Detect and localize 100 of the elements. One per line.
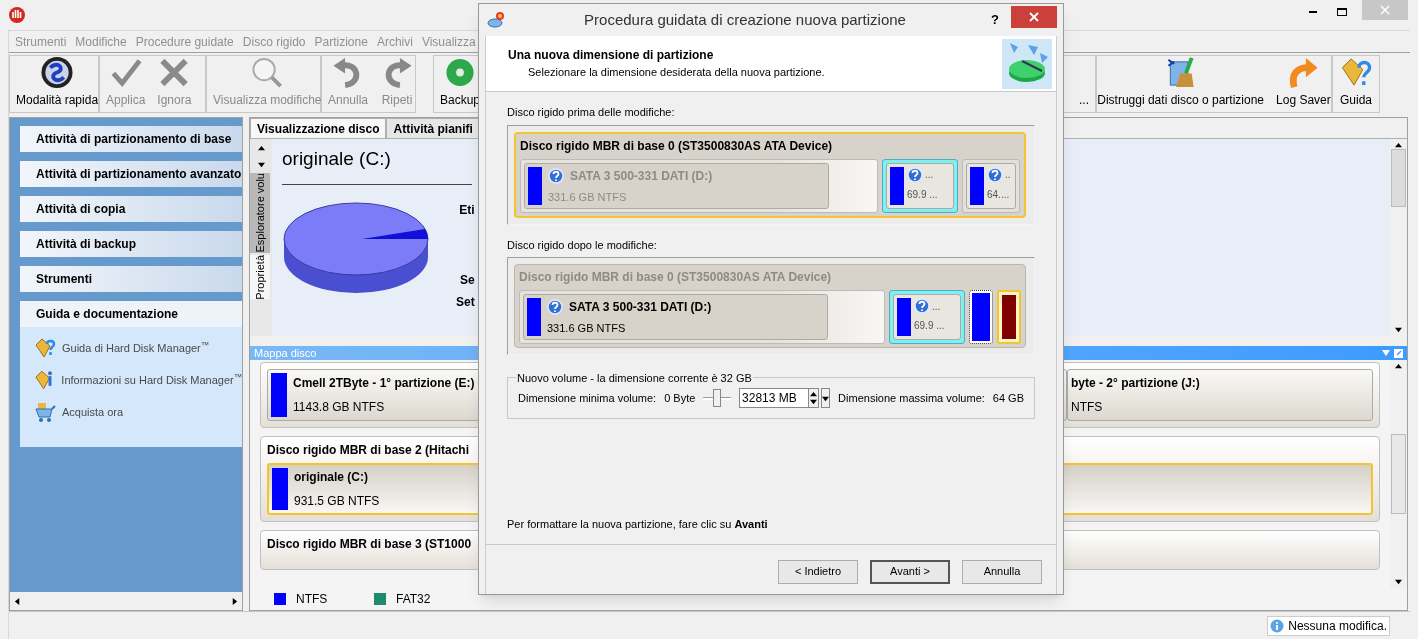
disk-title: Disco rigido MBR di base 2 (Hitachi bbox=[267, 442, 471, 459]
up-arrow-icon[interactable] bbox=[257, 144, 265, 152]
ntfs-color-bar bbox=[890, 166, 904, 205]
disk-title: Disco rigido MBR di base 0 (ST3500830AS ATA Device) bbox=[520, 137, 834, 155]
wizard-button[interactable]: Annulla bbox=[962, 559, 1042, 584]
disk-pieces-icon bbox=[1002, 38, 1052, 89]
size-field[interactable]: 32813 MB bbox=[739, 388, 810, 408]
restore-icon[interactable] bbox=[1394, 348, 1403, 358]
sidebar-link[interactable]: Guida di Hard Disk Manager$^{™}$ bbox=[62, 339, 210, 357]
sidebar-section[interactable]: Strumenti bbox=[20, 266, 242, 292]
legend-label: FAT32 bbox=[396, 591, 431, 608]
dialog-title: Procedura guidata di creazione nuova partizione bbox=[583, 9, 907, 30]
partition-size: NTFS bbox=[1071, 399, 1104, 416]
ntfs-color-bar bbox=[527, 298, 541, 336]
sidebar-section[interactable]: Attività di partizionamento di base bbox=[20, 126, 242, 152]
down-arrow-icon[interactable] bbox=[1395, 578, 1402, 585]
wizard-subheading: Selezionare la dimensione desiderata della nuova partizione. bbox=[527, 65, 825, 81]
question-icon bbox=[907, 166, 923, 183]
close-icon[interactable] bbox=[1029, 12, 1039, 22]
partition-block[interactable]: .. 64.... bbox=[962, 158, 1020, 213]
min-size-value: 0 Byte bbox=[664, 390, 696, 406]
partition-name: ... bbox=[925, 168, 934, 182]
partition-name: Cmell 2TByte - 1° partizione (E:) bbox=[293, 375, 475, 392]
partition-size: 331.6 GB NTFS bbox=[548, 189, 628, 205]
min-size-label: Dimensione minima volume: bbox=[518, 390, 657, 406]
sidebar-section[interactable]: Guida e documentazione bbox=[20, 301, 242, 327]
question-icon bbox=[987, 166, 1003, 183]
view-tab[interactable]: Visualizzazione disco bbox=[250, 118, 387, 138]
up-arrow-icon[interactable] bbox=[1395, 142, 1402, 149]
up-arrow-icon[interactable] bbox=[810, 391, 818, 398]
sidebar-link[interactable]: Informazioni su Hard Disk Manager$^{™}$ bbox=[61, 371, 242, 389]
partition-block[interactable]: ... 69.9 ... bbox=[882, 158, 958, 213]
info-icon bbox=[1270, 618, 1285, 633]
dropdown-arrow-icon[interactable] bbox=[1382, 350, 1390, 356]
side-tab[interactable]: Proprietà bbox=[250, 254, 270, 300]
slider-thumb[interactable] bbox=[713, 389, 722, 407]
disk-star-icon bbox=[487, 11, 505, 29]
ntfs-color-bar bbox=[897, 298, 911, 336]
unit-dropdown-button[interactable] bbox=[821, 388, 831, 408]
partition-name: SATA 3 500-331 DATI (D:) bbox=[569, 299, 712, 316]
sidebar-section[interactable]: Attività di partizionamento avanzato bbox=[20, 161, 242, 187]
toolbar-button[interactable]: Guida bbox=[1333, 56, 1379, 112]
partition-block[interactable]: SATA 3 500-331 DATI (D:) 331.6 GB NTFS bbox=[519, 290, 885, 344]
max-size-label: Dimensione massima volume: bbox=[838, 390, 985, 406]
partition-size: 69.9 ... bbox=[914, 319, 945, 333]
partition-block[interactable]: byte - 2° partizione (J:) NTFS bbox=[1067, 369, 1373, 421]
question-icon bbox=[547, 299, 563, 315]
max-size-value: 64 GB bbox=[992, 390, 1024, 406]
partition-name: originale (C:) bbox=[294, 469, 369, 486]
partition-size: 931.5 GB NTFS bbox=[294, 493, 380, 510]
section-label: Disco rigido dopo le modifiche: bbox=[507, 237, 658, 253]
sidebar-section[interactable]: Attività di backup bbox=[20, 231, 242, 257]
sidebar-section[interactable]: Attività di copia bbox=[20, 196, 242, 222]
close-button[interactable] bbox=[1011, 6, 1057, 28]
wizard-button[interactable]: < Indietro bbox=[778, 559, 858, 584]
legend-label: NTFS bbox=[296, 591, 328, 608]
up-arrow-icon[interactable] bbox=[1395, 363, 1402, 370]
swirl-icon bbox=[40, 56, 75, 89]
property-label: Set bbox=[456, 294, 475, 311]
left-arrow-icon[interactable] bbox=[14, 597, 21, 605]
sidebar-link[interactable]: Acquista ora bbox=[62, 403, 124, 421]
ntfs-color-bar bbox=[272, 468, 288, 510]
volume-title: originale (C:) bbox=[282, 147, 392, 171]
ntfs-color-bar bbox=[271, 373, 287, 417]
magnifier-icon bbox=[250, 56, 285, 89]
status-message: Nessuna modifica. bbox=[1267, 615, 1390, 636]
down-arrow-icon[interactable] bbox=[257, 160, 265, 168]
right-arrow-icon[interactable] bbox=[231, 597, 238, 605]
size-slider[interactable] bbox=[703, 389, 732, 407]
disk-card[interactable]: Disco rigido MBR di base 0 (ST3500830AS ATA Device) SATA 3 500-331 DATI (D:) 331.6 GB NTFS ... 69.9 ... bbox=[514, 264, 1026, 348]
help-book-icon bbox=[1339, 56, 1373, 89]
down-arrow-icon[interactable] bbox=[1395, 326, 1402, 333]
partition-size: 64.... bbox=[987, 187, 1011, 202]
partition-name: SATA 3 500-331 DATI (D:) bbox=[570, 167, 713, 185]
ntfs-color-bar bbox=[528, 166, 542, 205]
help-book-icon bbox=[34, 337, 56, 359]
disc-icon bbox=[443, 56, 477, 89]
partition-name: byte - 2° partizione (J:) bbox=[1071, 375, 1200, 392]
partition-block[interactable] bbox=[997, 290, 1021, 344]
toolbar-button[interactable]: Backup bbox=[434, 56, 487, 112]
vertical-scrollbar[interactable] bbox=[1390, 360, 1407, 588]
partition-block[interactable]: ... 69.9 ... bbox=[889, 290, 965, 344]
question-icon bbox=[914, 298, 930, 314]
wizard-button[interactable]: Avanti > bbox=[870, 559, 950, 584]
partition-size: 1143.8 GB NTFS bbox=[293, 399, 386, 416]
disk-card[interactable]: Disco rigido MBR di base 0 (ST3500830AS ATA Device) SATA 3 500-331 DATI (D:) 331.6 GB NTFS ... 69.9 ... .. 64.... bbox=[514, 131, 1026, 218]
partition-name: .. bbox=[1005, 168, 1011, 182]
partition-size: 331.6 GB NTFS bbox=[547, 321, 627, 336]
cart-icon bbox=[34, 401, 56, 423]
app-logo-icon bbox=[8, 6, 26, 24]
view-tab[interactable]: Attività pianifi bbox=[386, 118, 480, 138]
wizard-hint: Per formattare la nuova partizione, fare clic su Avanti bbox=[507, 516, 769, 532]
partition-size: 69.9 ... bbox=[907, 187, 938, 202]
section-label: Disco rigido prima delle modifiche: bbox=[507, 105, 676, 120]
ntfs-color-bar bbox=[970, 166, 984, 205]
vertical-scrollbar[interactable] bbox=[1390, 139, 1407, 336]
side-tab[interactable]: Esploratore volu bbox=[250, 173, 270, 253]
wizard-heading: Una nuova dimensione di partizione bbox=[508, 47, 715, 65]
disk-title: Disco rigido MBR di base 3 (ST1000 bbox=[267, 536, 473, 553]
help-button[interactable]: ? bbox=[985, 10, 1005, 30]
